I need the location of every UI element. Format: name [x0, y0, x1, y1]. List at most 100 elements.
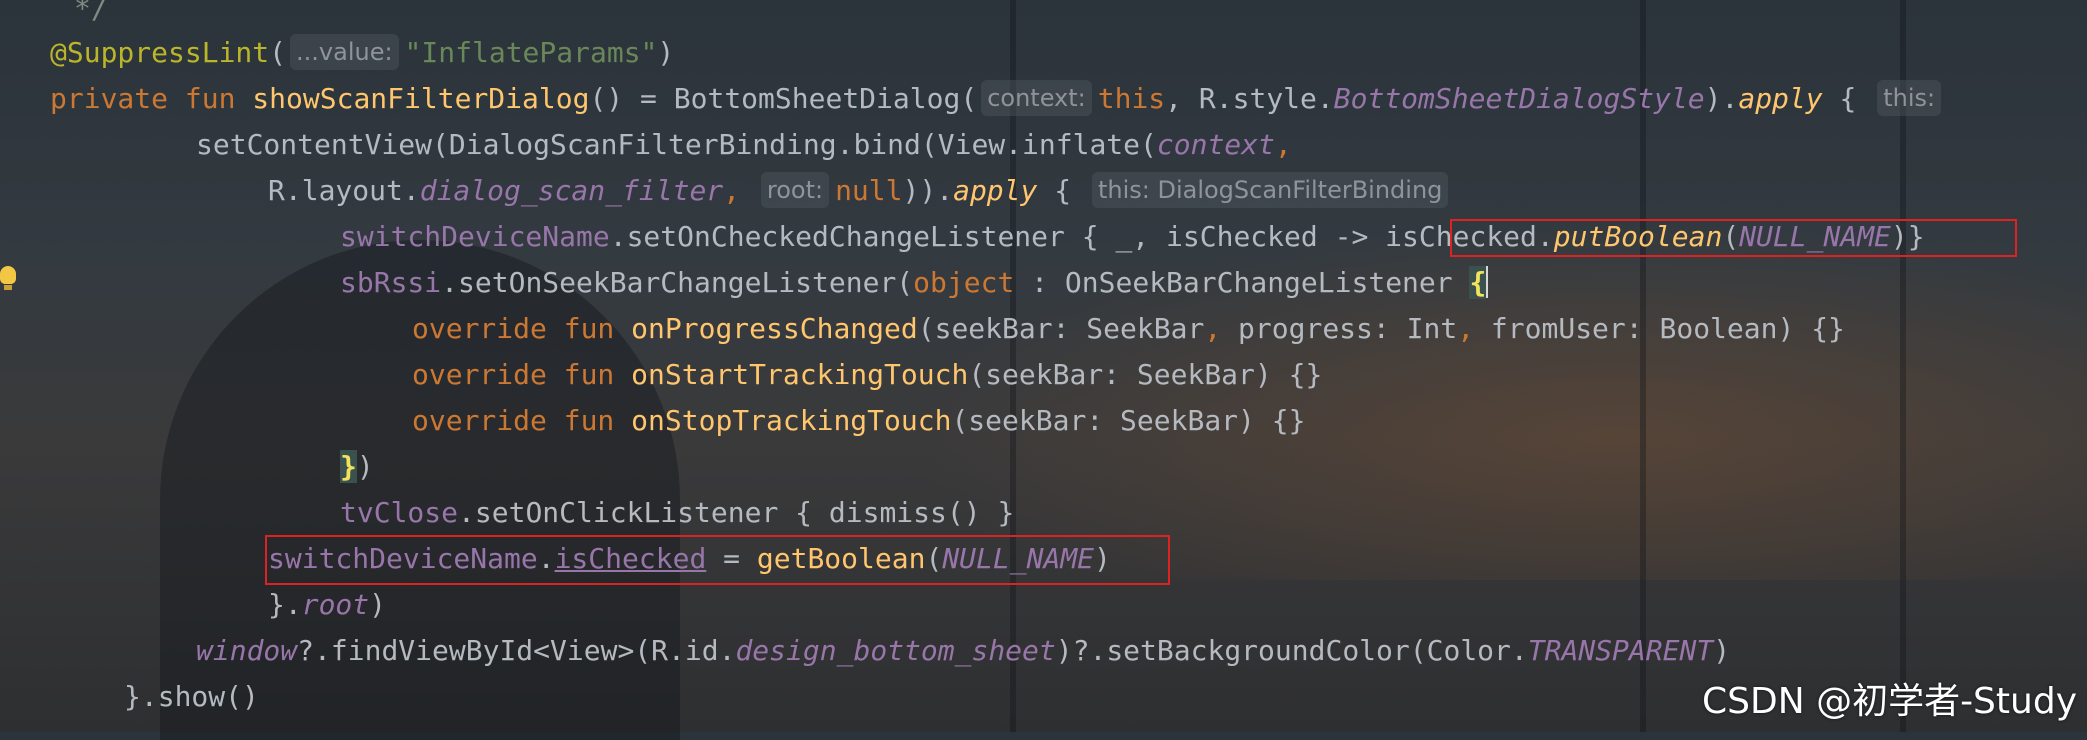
code-token: {	[1822, 82, 1874, 115]
code-token: (seekBar: SeekBar) {}	[951, 404, 1306, 437]
code-token: window	[196, 634, 298, 667]
code-token: design_bottom_sheet	[735, 634, 1056, 667]
code-line: @SuppressLint(...value: "InflateParams")	[50, 30, 674, 76]
code-line: switchDeviceName.setOnCheckedChangeListe…	[340, 214, 1925, 260]
code-token: }.show()	[124, 680, 259, 713]
code-token: )	[657, 36, 675, 69]
code-token: =	[706, 542, 757, 575]
code-token: BottomSheetDialogStyle	[1333, 82, 1705, 115]
code-token: )?.setBackgroundColor(Color.	[1055, 634, 1528, 667]
code-token: : OnSeekBarChangeListener	[1014, 266, 1470, 299]
code-token: (	[1722, 220, 1740, 253]
code-editor[interactable]: */ @SuppressLint(...value: "InflateParams…	[0, 0, 2087, 732]
code-token: progress: Int	[1221, 312, 1458, 345]
code-token: )	[1890, 220, 1908, 253]
code-line: private fun showScanFilterDialog() = Bot…	[50, 76, 1947, 122]
csdn-watermark: CSDN @初学者-Study	[1701, 681, 2077, 722]
code-token: fun	[184, 82, 253, 115]
code-line: */	[74, 0, 108, 32]
code-token: NULL_NAME	[942, 542, 1095, 575]
code-token: )	[1713, 634, 1731, 667]
code-token: "InflateParams"	[404, 36, 658, 69]
code-token: override	[412, 404, 564, 437]
code-token: fromUser: Boolean) {}	[1474, 312, 1845, 345]
code-token: () = BottomSheetDialog(	[589, 82, 978, 115]
code-token: getBoolean	[756, 542, 926, 575]
code-token: .setOnCheckedChangeListener { _, isCheck…	[609, 220, 1386, 253]
code-token: {	[1037, 174, 1088, 207]
code-token: null	[835, 174, 903, 207]
code-token: override	[412, 358, 564, 391]
code-line: window?.findViewById<View>(R.id.design_b…	[196, 628, 1730, 674]
code-line: R.layout.dialog_scan_filter, root: null))…	[268, 168, 1454, 214]
code-token: override	[412, 312, 564, 345]
code-token: setContentView(DialogScanFilterBinding.b…	[196, 128, 1157, 161]
code-token: @SuppressLint	[50, 36, 270, 69]
code-line: }.show()	[124, 674, 259, 720]
code-line: switchDeviceName.isChecked = getBoolean(…	[268, 536, 1111, 582]
code-token: object	[913, 266, 1015, 299]
code-token: }	[340, 450, 357, 483]
code-token: ,	[1204, 312, 1222, 345]
inlay-hint: root:	[760, 172, 830, 208]
code-token: fun	[563, 358, 632, 391]
code-line: sbRssi.setOnSeekBarChangeListener(object…	[340, 260, 1489, 306]
code-token: ,	[723, 174, 741, 207]
code-token: root	[301, 588, 370, 621]
code-token: , R.style.	[1165, 82, 1334, 115]
code-token: NULL_NAME	[1739, 220, 1891, 253]
code-token: */	[74, 0, 108, 25]
code-token: sbRssi	[340, 266, 442, 299]
code-token: R.layout.	[268, 174, 420, 207]
code-token: ,	[1457, 312, 1475, 345]
code-token: )	[356, 450, 374, 483]
code-token: }.	[268, 588, 302, 621]
code-token: .setOnSeekBarChangeListener(	[441, 266, 914, 299]
code-token: .	[537, 542, 555, 575]
code-token: switchDeviceName	[340, 220, 610, 253]
code-token: )).	[902, 174, 954, 207]
code-line: })	[340, 444, 374, 490]
code-token: (	[925, 542, 943, 575]
code-token: }	[1907, 220, 1925, 253]
code-token: .setOnClickListener { dismiss() }	[458, 496, 1015, 529]
code-token: ).	[1704, 82, 1739, 115]
code-token: onStartTrackingTouch	[631, 358, 969, 391]
inlay-hint: ...value:	[290, 34, 399, 70]
code-token: this	[1097, 82, 1166, 115]
code-token: apply	[1738, 82, 1823, 115]
code-token: fun	[563, 312, 632, 345]
inlay-hint: this: DialogScanFilterBinding	[1091, 172, 1449, 208]
text-cursor	[1486, 266, 1489, 298]
code-line: override fun onStartTrackingTouch(seekBa…	[412, 352, 1322, 398]
code-token: (	[269, 36, 287, 69]
code-token: ,	[1274, 128, 1292, 161]
code-token: {	[1469, 266, 1487, 299]
code-token: tvClose	[340, 496, 459, 529]
code-token: switchDeviceName	[268, 542, 538, 575]
inlay-hint: this:	[1877, 80, 1942, 116]
code-token: (seekBar: SeekBar) {}	[968, 358, 1323, 391]
code-line: override fun onProgressChanged(seekBar: …	[412, 306, 1845, 352]
code-token: fun	[563, 404, 632, 437]
code-token: onProgressChanged	[631, 312, 918, 345]
code-token: dialog_scan_filter	[419, 174, 724, 207]
code-line: tvClose.setOnClickListener { dismiss() }	[340, 490, 1014, 536]
code-token: ?.findViewById<View>(R.id.	[297, 634, 736, 667]
code-token: onStopTrackingTouch	[631, 404, 952, 437]
code-token: isChecked.	[1385, 220, 1554, 253]
code-token: private	[50, 82, 185, 115]
code-token: context	[1156, 128, 1275, 161]
code-token: putBoolean	[1553, 220, 1723, 253]
code-line: setContentView(DialogScanFilterBinding.b…	[196, 122, 1292, 168]
code-token: showScanFilterDialog	[252, 82, 590, 115]
code-line: }.root)	[268, 582, 386, 628]
code-token: (seekBar: SeekBar	[917, 312, 1205, 345]
code-line: override fun onStopTrackingTouch(seekBar…	[412, 398, 1305, 444]
inlay-hint: context:	[981, 80, 1092, 116]
code-token: apply	[953, 174, 1038, 207]
code-token: TRANSPARENT	[1527, 634, 1714, 667]
code-token: )	[1094, 542, 1111, 575]
code-token: isChecked	[554, 542, 707, 575]
